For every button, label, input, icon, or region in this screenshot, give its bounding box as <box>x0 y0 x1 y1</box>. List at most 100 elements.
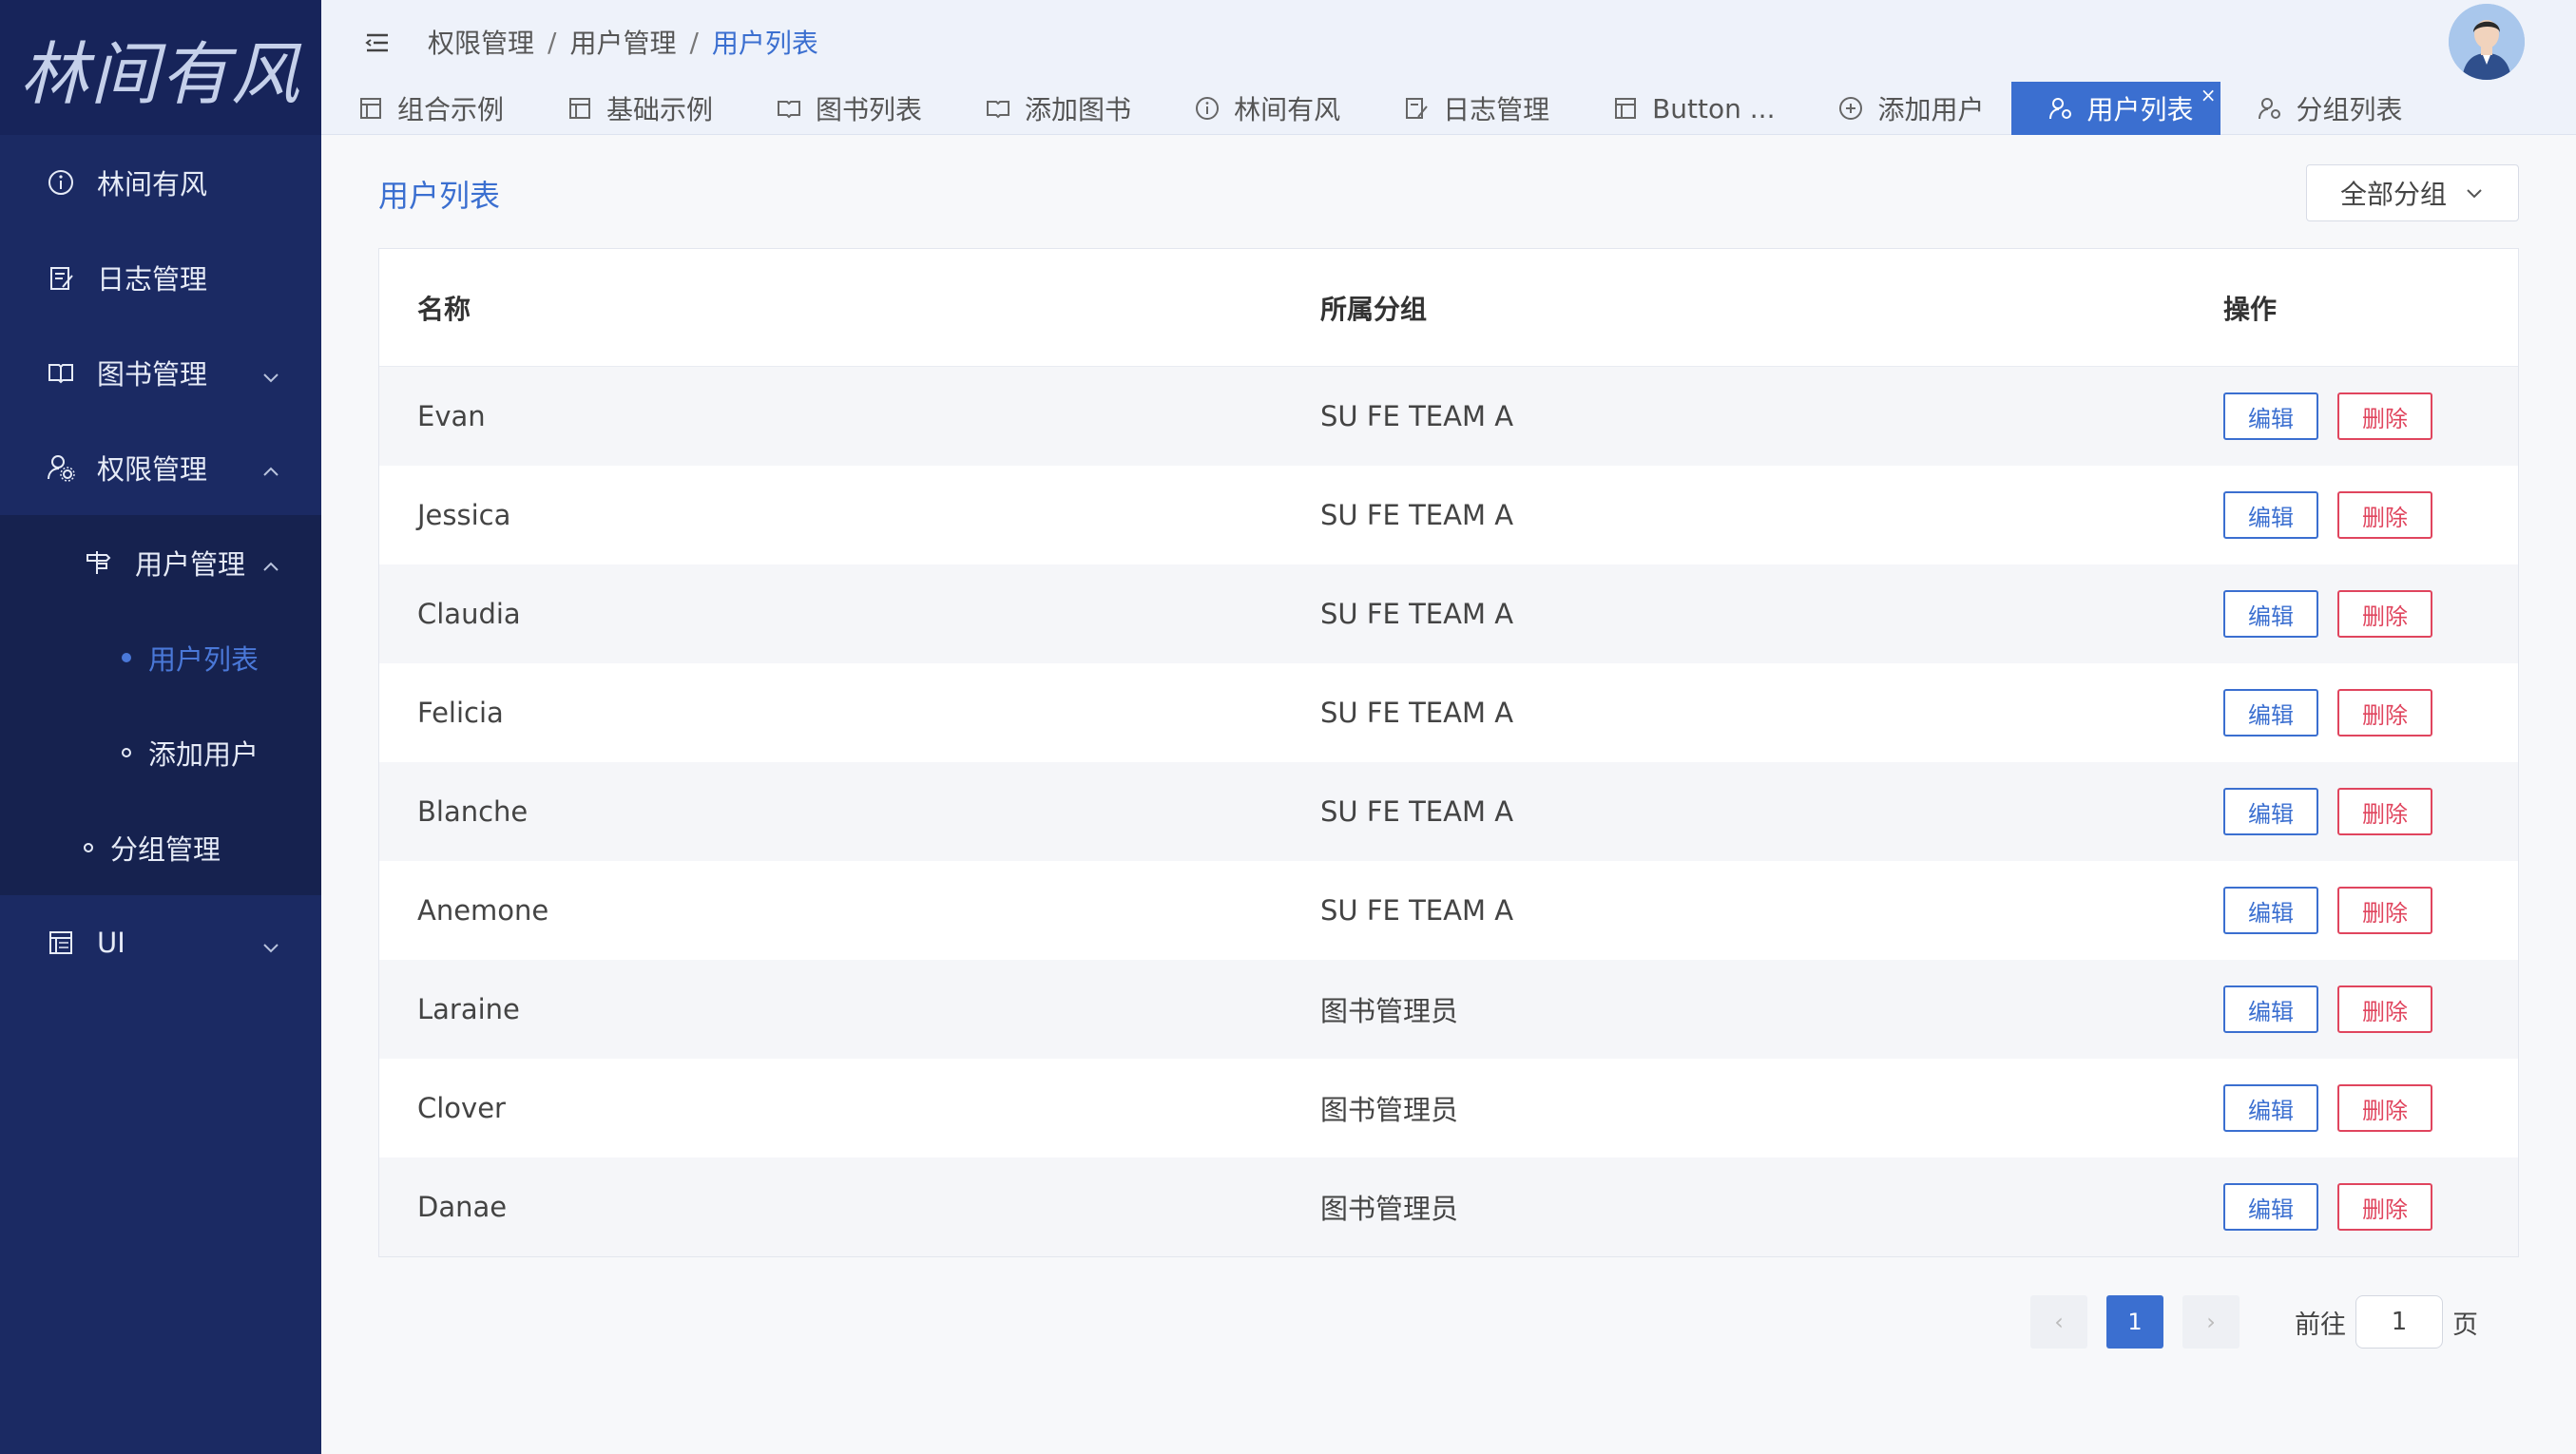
tab-label: 用户列表 <box>2086 94 2194 125</box>
sidebar-item-label: UI <box>97 927 125 959</box>
edit-button[interactable]: 编辑 <box>2223 1183 2318 1231</box>
edit-button[interactable]: 编辑 <box>2223 985 2318 1033</box>
breadcrumb-separator: / <box>548 26 557 58</box>
table-row: Blanche SU FE TEAM A 编辑 删除 <box>379 762 2518 861</box>
tab-button[interactable]: Button ... <box>1576 82 1801 135</box>
main-content: 用户列表 全部分组 名称 所属分组 操作 Evan SU FE TEAM A 编… <box>321 136 2576 1454</box>
column-header-group: 所属分组 <box>1320 293 1428 325</box>
sidebar-item-label: 日志管理 <box>97 263 208 296</box>
delete-button[interactable]: 删除 <box>2337 1183 2432 1231</box>
cell-name: Laraine <box>417 993 520 1025</box>
sidebar-item-books[interactable]: 图书管理 <box>0 325 321 420</box>
logo[interactable]: 林间有风 <box>0 0 321 135</box>
tab-group-list[interactable]: 分组列表 <box>2220 82 2430 135</box>
tab-combo-example[interactable]: 组合示例 <box>321 82 530 135</box>
cell-group: SU FE TEAM A <box>1320 499 1514 531</box>
sidebar-item-label: 用户列表 <box>148 643 260 676</box>
sidebar-item-add-user[interactable]: 添加用户 <box>0 705 321 800</box>
chevron-down-icon <box>260 932 281 953</box>
cell-actions: 编辑 删除 <box>2185 689 2518 737</box>
cell-name: Anemone <box>417 894 549 927</box>
pagination: ‹ 1 › 前往 1 页 <box>321 1295 2576 1352</box>
sidebar-item-label: 权限管理 <box>97 453 208 486</box>
sidebar-item-user-management[interactable]: 用户管理 <box>0 515 321 610</box>
avatar[interactable] <box>2449 4 2525 80</box>
edit-button[interactable]: 编辑 <box>2223 788 2318 835</box>
next-page-button[interactable]: › <box>2182 1295 2240 1349</box>
cell-group: 图书管理员 <box>1320 995 1459 1027</box>
table-row: Clover 图书管理员 编辑 删除 <box>379 1059 2518 1157</box>
edit-button[interactable]: 编辑 <box>2223 1084 2318 1132</box>
sidebar-item-label: 图书管理 <box>97 358 208 391</box>
sidebar-item-linjian[interactable]: 林间有风 <box>0 135 321 230</box>
delete-button[interactable]: 删除 <box>2337 788 2432 835</box>
edit-button[interactable]: 编辑 <box>2223 689 2318 737</box>
tab-label: 日志管理 <box>1443 94 1550 125</box>
tab-add-user[interactable]: 添加用户 <box>1801 82 2010 135</box>
cell-actions: 编辑 删除 <box>2185 788 2518 835</box>
group-select-value: 全部分组 <box>2339 179 2447 210</box>
delete-button[interactable]: 删除 <box>2337 985 2432 1033</box>
info-icon <box>44 165 78 200</box>
cell-actions: 编辑 删除 <box>2185 1084 2518 1132</box>
group-select[interactable]: 全部分组 <box>2306 164 2519 221</box>
tab-add-book[interactable]: 添加图书 <box>949 82 1158 135</box>
page-number-current[interactable]: 1 <box>2106 1295 2163 1349</box>
sidebar-item-label: 添加用户 <box>148 738 260 771</box>
edit-button[interactable]: 编辑 <box>2223 887 2318 934</box>
tab-label: 组合示例 <box>397 94 505 125</box>
cell-group: SU FE TEAM A <box>1320 598 1514 630</box>
tab-linjian[interactable]: 林间有风 <box>1158 82 1367 135</box>
cell-group: SU FE TEAM A <box>1320 400 1514 432</box>
table-row: Evan SU FE TEAM A 编辑 删除 <box>379 367 2518 466</box>
prev-page-button[interactable]: ‹ <box>2030 1295 2087 1349</box>
cell-name: Clover <box>417 1092 506 1124</box>
delete-button[interactable]: 删除 <box>2337 1084 2432 1132</box>
delete-button[interactable]: 删除 <box>2337 689 2432 737</box>
delete-button[interactable]: 删除 <box>2337 590 2432 638</box>
goto-page-input[interactable]: 1 <box>2355 1295 2443 1349</box>
tab-basic-example[interactable]: 基础示例 <box>530 82 740 135</box>
tab-label: 添加用户 <box>1877 94 1985 125</box>
book-icon <box>776 95 802 122</box>
breadcrumb-item[interactable]: 用户管理 <box>569 23 676 61</box>
sidebar-item-ui[interactable]: UI <box>0 895 321 990</box>
sidebar-item-permissions[interactable]: 权限管理 <box>0 420 321 515</box>
close-icon[interactable]: × <box>2201 84 2217 106</box>
tab-label: 图书列表 <box>816 94 923 125</box>
edit-button[interactable]: 编辑 <box>2223 491 2318 539</box>
book-icon <box>44 355 78 390</box>
breadcrumb-item[interactable]: 权限管理 <box>428 23 534 61</box>
sidebar-menu: 林间有风 日志管理 图书管理 权限管理 用户管理 用户列表 添加用户 分组管理 … <box>0 135 321 990</box>
header: 权限管理 / 用户管理 / 用户列表 组合示例 基础示例 图书列表 添加图书 林… <box>321 0 2576 135</box>
tab-book-list[interactable]: 图书列表 <box>740 82 949 135</box>
sidebar: 林间有风 林间有风 日志管理 图书管理 权限管理 用户管理 用户列表 添加用户 … <box>0 0 321 1454</box>
delete-button[interactable]: 删除 <box>2337 887 2432 934</box>
table-row: Jessica SU FE TEAM A 编辑 删除 <box>379 466 2518 564</box>
edit-button[interactable]: 编辑 <box>2223 392 2318 440</box>
menu-toggle-icon[interactable] <box>363 29 392 57</box>
goto-prefix: 前往 <box>2295 1310 2346 1340</box>
sidebar-item-group-management[interactable]: 分组管理 <box>0 800 321 895</box>
user-gear-icon <box>2257 95 2283 122</box>
breadcrumb: 权限管理 / 用户管理 / 用户列表 <box>428 23 818 61</box>
tab-user-list[interactable]: 用户列表 × <box>2010 82 2220 135</box>
sidebar-item-log[interactable]: 日志管理 <box>0 230 321 325</box>
goto-page: 前往 1 页 <box>2295 1295 2478 1349</box>
delete-button[interactable]: 删除 <box>2337 491 2432 539</box>
cell-actions: 编辑 删除 <box>2185 887 2518 934</box>
bullet-icon <box>122 748 131 757</box>
edit-button[interactable]: 编辑 <box>2223 590 2318 638</box>
info-icon <box>1194 95 1221 122</box>
book-icon <box>985 95 1011 122</box>
layout-icon <box>44 926 78 960</box>
sidebar-item-user-list[interactable]: 用户列表 <box>0 610 321 705</box>
table-row: Laraine 图书管理员 编辑 删除 <box>379 960 2518 1059</box>
delete-button[interactable]: 删除 <box>2337 392 2432 440</box>
table-row: Felicia SU FE TEAM A 编辑 删除 <box>379 663 2518 762</box>
cell-group: 图书管理员 <box>1320 1193 1459 1225</box>
tab-log[interactable]: 日志管理 <box>1367 82 1576 135</box>
layout-icon <box>357 95 384 122</box>
table-row: Danae 图书管理员 编辑 删除 <box>379 1157 2518 1256</box>
breadcrumb-separator: / <box>689 26 699 58</box>
